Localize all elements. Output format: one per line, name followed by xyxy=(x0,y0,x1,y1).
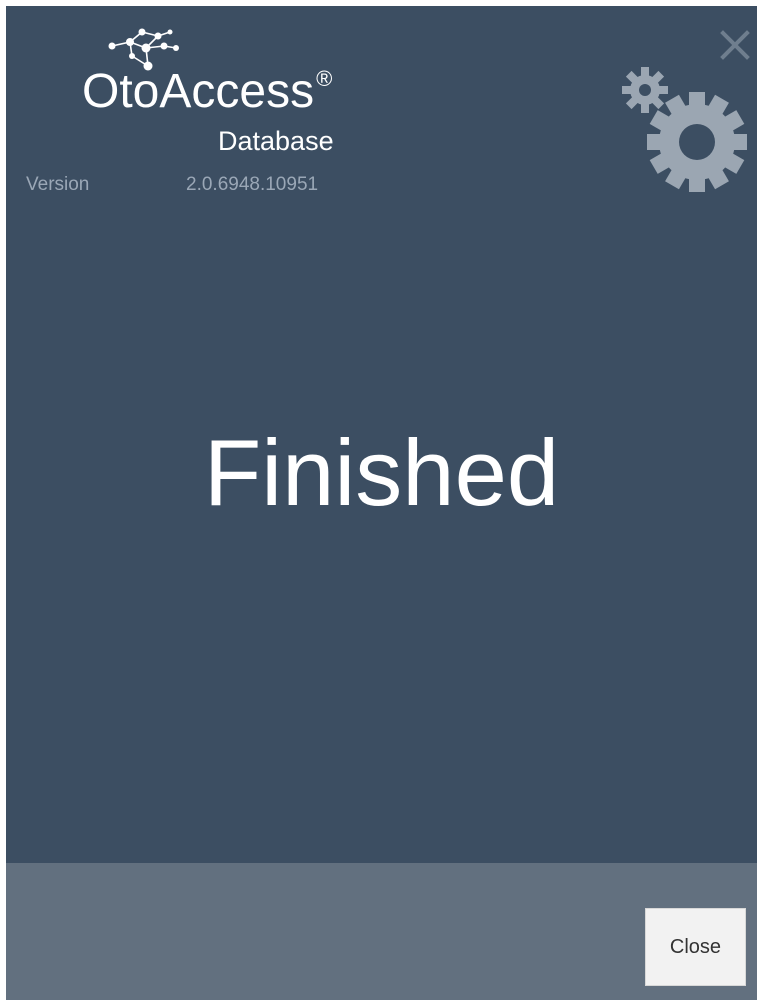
logo-subtitle: Database xyxy=(218,126,334,156)
logo-name-access: Access xyxy=(159,65,315,118)
version-value: 2.0.6948.10951 xyxy=(186,174,319,195)
installer-window: OtoAccess® Database Version 2.0.6948.109… xyxy=(6,6,757,1000)
status-message: Finished xyxy=(203,420,560,525)
logo-wordmark: OtoAccess® xyxy=(82,68,332,116)
close-button[interactable]: Close xyxy=(645,908,746,986)
window-close-button[interactable] xyxy=(718,28,752,62)
footer-bar: Close xyxy=(6,863,757,1000)
logo-name-oto: Oto xyxy=(82,65,160,118)
registered-mark: ® xyxy=(316,66,333,91)
gears-icon xyxy=(622,67,747,192)
version-label: Version xyxy=(26,174,90,195)
otoaccess-logo: OtoAccess® Database xyxy=(82,26,382,166)
close-icon xyxy=(720,30,750,60)
